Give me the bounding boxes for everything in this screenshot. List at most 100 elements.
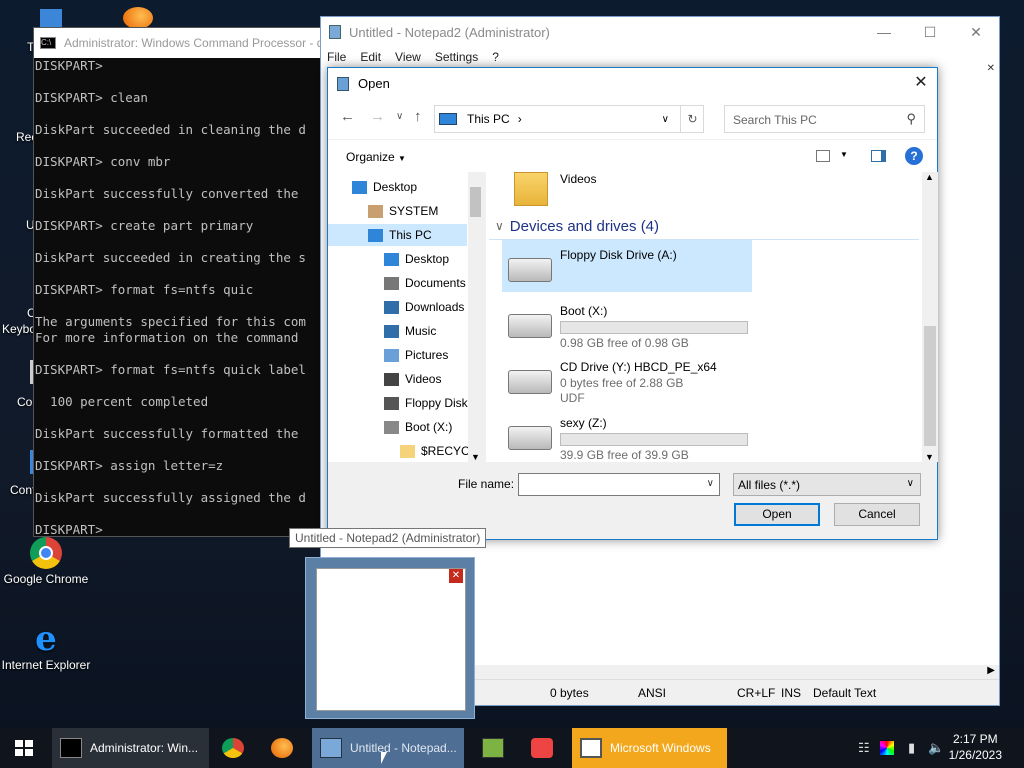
dialog-close-button[interactable]: ✕ [905,68,937,98]
nav-scroll-thumb[interactable] [470,187,481,217]
open-dialog-titlebar[interactable]: Open [328,68,937,99]
desktop-icon-partial[interactable] [40,9,62,27]
usb-icon[interactable]: ▮ [908,740,915,756]
taskbar-item-notepad[interactable]: Untitled - Notepad... [312,728,464,768]
taskbar-clock[interactable]: 2:17 PM 1/26/2023 [949,731,1002,763]
desktop-icon-chrome[interactable]: Google Chrome [0,537,92,586]
command-prompt-window[interactable]: C:\ Administrator: Windows Command Proce… [33,27,333,537]
open-button[interactable]: Open [734,503,820,526]
taskbar-item-microsoft-windows[interactable]: Microsoft Windows [572,728,727,768]
view-options-icon[interactable] [816,150,830,162]
this-pc-icon [439,113,457,125]
file-list-scroll-thumb[interactable] [924,326,936,446]
menu-help[interactable]: ? [492,50,499,64]
open-dialog[interactable]: Open ✕ ← → ∨ ↑ This PC › ∨ ↻ Search This… [327,67,938,540]
status-scheme: Default Text [813,686,877,700]
devices-group-header[interactable]: ∨ Devices and drives (4) [489,213,919,240]
videos-folder-item[interactable]: Videos [514,172,664,208]
horizontal-scrollbar[interactable]: ▶ [471,665,999,679]
refresh-button[interactable]: ↻ [680,105,704,133]
drive-item[interactable]: sexy (Z:) 39.9 GB free of 39.9 GB [502,408,752,462]
desktop-label-partial[interactable]: Conf [10,483,35,497]
nav-item[interactable]: Videos [328,368,467,390]
nav-item[interactable]: Documents [328,272,467,294]
scroll-down-icon[interactable]: ▼ [925,452,934,462]
cmd-icon: C:\ [40,37,56,49]
nav-scrollbar[interactable]: ▼ [468,172,483,462]
file-list-scrollbar[interactable]: ▲ ▼ [922,172,938,462]
desktop-icon-ie[interactable]: e Internet Explorer [0,622,92,672]
folder-label: Videos [560,172,597,186]
search-input[interactable]: Search This PC ⚲ [724,105,925,133]
menu-settings[interactable]: Settings [435,50,478,64]
navigation-pane[interactable]: $RECYCLE.BI Boot (X:) Floppy Disk Dri Video… [328,172,483,462]
file-list[interactable]: Videos ∨ Devices and drives (4) Floppy D… [486,172,938,462]
toolbar-close-icon[interactable]: ✕ [987,63,995,74]
nav-item[interactable]: Desktop [328,248,467,270]
drive-name: sexy (Z:) [560,416,607,430]
nav-item[interactable]: Desktop [328,176,467,198]
nav-item[interactable]: Music [328,320,467,342]
scroll-right-icon[interactable]: ▶ [987,665,995,676]
drive-filesystem: UDF [560,391,585,405]
cancel-button[interactable]: Cancel [834,503,920,526]
nav-item-label: Videos [405,372,442,386]
file-type-dropdown-icon: ∨ [906,478,914,489]
scroll-up-icon[interactable]: ▲ [925,172,934,182]
preview-pane-icon[interactable] [871,150,886,162]
taskbar-item-app2[interactable] [523,728,567,768]
drive-free-space: 0.98 GB free of 0.98 GB [560,336,689,350]
nav-item[interactable]: This PC [328,224,467,246]
menu-edit[interactable]: Edit [360,50,381,64]
nav-item[interactable]: Pictures [328,344,467,366]
nav-item[interactable]: SYSTEM [328,200,467,222]
filename-dropdown-icon[interactable]: ∨ [707,478,714,489]
firefox-desktop-icon[interactable] [123,7,153,29]
desktop-label-partial[interactable]: Keybo [2,322,36,336]
taskbar-item-firefox[interactable] [263,728,307,768]
nav-item-label: SYSTEM [389,204,439,218]
collapse-chevron-icon[interactable]: ∨ [495,219,504,233]
drive-item[interactable]: CD Drive (Y:) HBCD_PE_x64 0 bytes free of… [502,352,752,405]
thumbnail-close-icon[interactable]: ✕ [449,569,463,583]
taskbar-item-app[interactable] [474,728,518,768]
close-button[interactable]: ✕ [953,17,999,47]
address-dropdown-icon[interactable]: ∨ [662,114,669,125]
desktop-label-partial[interactable]: Co [17,395,32,409]
maximize-button[interactable]: ☐ [907,17,953,47]
up-arrow-icon[interactable]: ↑ [414,108,422,125]
nav-item[interactable]: Downloads [328,296,467,318]
volume-muted-icon[interactable]: 🔈 [928,740,944,756]
color-tray-icon[interactable] [880,741,894,755]
cmd-console[interactable]: DISKPART> DISKPART> clean DiskPart succeed… [34,58,332,536]
console-line: DISKPART> format fs=ntfs quic [35,282,254,297]
nav-item[interactable]: Boot (X:) [328,416,467,438]
status-size: 0 bytes [550,686,589,700]
taskbar-thumbnail-preview[interactable]: ✕ [305,557,475,719]
minimize-button[interactable]: — [861,17,907,47]
drive-item[interactable]: Floppy Disk Drive (A:) [502,240,752,292]
thumbnail-page[interactable] [316,568,466,711]
nav-item[interactable]: $RECYCLE.BI [328,440,483,462]
taskbar-item-chrome[interactable] [214,728,258,768]
forward-arrow-icon[interactable]: → [370,108,385,125]
filename-input[interactable]: ∨ [518,473,720,496]
breadcrumb-chevron-icon[interactable]: › [518,112,522,126]
drive-item[interactable]: Boot (X:) 0.98 GB free of 0.98 GB [502,296,752,350]
cmd-titlebar[interactable]: C:\ Administrator: Windows Command Proce… [34,28,332,58]
organize-button[interactable]: Organize ▼ [346,150,406,164]
address-bar[interactable]: This PC › ∨ [434,105,704,133]
file-type-select[interactable]: All files (*.*) ∨ [733,473,921,496]
menu-view[interactable]: View [395,50,421,64]
recent-chevron-icon[interactable]: ∨ [396,111,403,122]
start-button[interactable] [0,728,48,768]
help-icon[interactable]: ? [905,147,923,165]
nav-item[interactable]: Floppy Disk Dri [328,392,483,414]
menu-file[interactable]: File [327,50,346,64]
back-arrow-icon[interactable]: ← [340,108,355,125]
nav-scroll-down-icon[interactable]: ▼ [471,452,480,462]
taskbar-item-cmd[interactable]: Administrator: Win... [52,728,209,768]
view-dropdown-icon[interactable]: ▼ [840,150,848,159]
network-icon[interactable]: ☷ [858,740,870,756]
